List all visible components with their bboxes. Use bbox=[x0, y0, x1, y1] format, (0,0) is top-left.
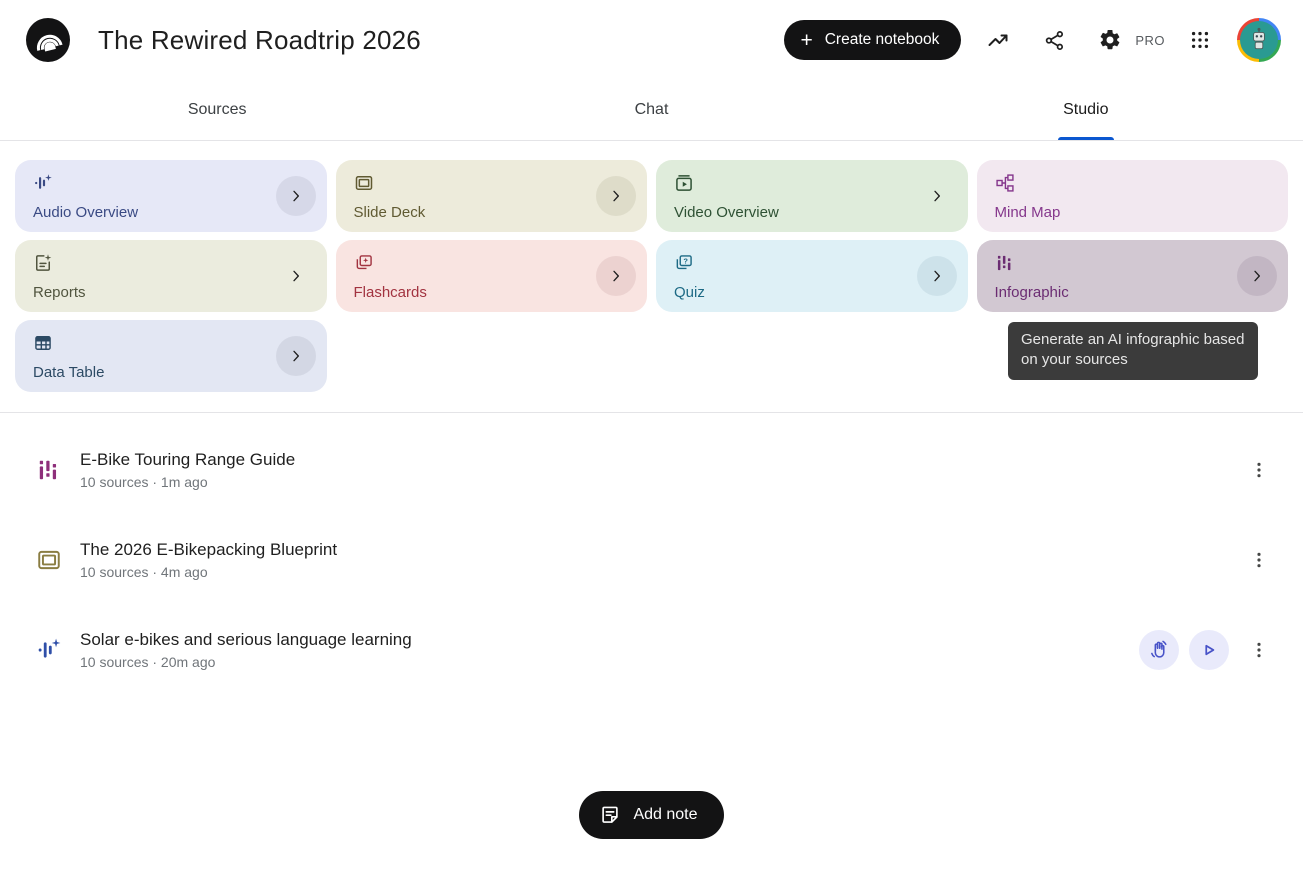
app-header: The Rewired Roadtrip 2026 + Create noteb… bbox=[0, 0, 1303, 80]
notebooklm-logo-icon[interactable] bbox=[26, 18, 70, 62]
tab-chat-label: Chat bbox=[635, 101, 669, 119]
active-tab-underline bbox=[1058, 137, 1114, 140]
note-title: Solar e-bikes and serious language learn… bbox=[80, 630, 1139, 650]
note-title: E-Bike Touring Range Guide bbox=[80, 450, 1239, 470]
chevron-right-button[interactable] bbox=[276, 256, 316, 296]
data-table-icon bbox=[33, 333, 53, 353]
create-notebook-button[interactable]: + Create notebook bbox=[784, 20, 961, 60]
note-text: Solar e-bikes and serious language learn… bbox=[80, 630, 1139, 670]
list-item-audio-overview[interactable]: Solar e-bikes and serious language learn… bbox=[0, 605, 1303, 695]
infographic-bars-icon bbox=[995, 253, 1015, 273]
add-note-button[interactable]: Add note bbox=[579, 791, 723, 839]
note-text: The 2026 E-Bikepacking Blueprint 10 sour… bbox=[80, 540, 1239, 580]
more-options-icon[interactable] bbox=[1241, 630, 1277, 670]
studio-output-list: E-Bike Touring Range Guide 10 sources · … bbox=[0, 413, 1303, 695]
chevron-right-button[interactable] bbox=[917, 176, 957, 216]
card-slide-deck[interactable]: Slide Deck bbox=[336, 160, 648, 232]
note-icon bbox=[599, 804, 621, 826]
apps-grid-icon[interactable] bbox=[1177, 20, 1223, 60]
more-options-icon[interactable] bbox=[1241, 540, 1277, 580]
note-meta: 10 sources · 20m ago bbox=[80, 654, 1139, 670]
notebook-title[interactable]: The Rewired Roadtrip 2026 bbox=[98, 25, 784, 56]
card-label: Infographic bbox=[995, 284, 1273, 301]
video-overview-icon bbox=[674, 173, 694, 193]
notebooklm-app: The Rewired Roadtrip 2026 + Create noteb… bbox=[0, 0, 1303, 887]
note-meta: 10 sources · 1m ago bbox=[80, 474, 1239, 490]
flashcards-icon bbox=[354, 253, 374, 273]
chevron-right-button[interactable] bbox=[917, 256, 957, 296]
card-video-overview[interactable]: Video Overview bbox=[656, 160, 968, 232]
tab-sources-label: Sources bbox=[188, 101, 247, 119]
header-actions: + Create notebook PRO bbox=[784, 18, 1281, 62]
play-audio-button[interactable] bbox=[1189, 630, 1229, 670]
trending-up-icon[interactable] bbox=[975, 20, 1021, 60]
card-data-table[interactable]: Data Table bbox=[15, 320, 327, 392]
card-label: Audio Overview bbox=[33, 204, 311, 221]
card-label: Flashcards bbox=[354, 284, 632, 301]
audio-waveform-sparkle-icon bbox=[33, 173, 53, 193]
card-label: Slide Deck bbox=[354, 204, 632, 221]
infographic-bars-icon bbox=[36, 457, 62, 483]
chevron-right-button[interactable] bbox=[1237, 256, 1277, 296]
card-label: Video Overview bbox=[674, 204, 952, 221]
tab-sources[interactable]: Sources bbox=[0, 80, 434, 140]
plus-icon: + bbox=[800, 30, 812, 51]
add-note-container: Add note bbox=[0, 791, 1303, 839]
card-label: Data Table bbox=[33, 364, 311, 381]
card-flashcards[interactable]: Flashcards bbox=[336, 240, 648, 312]
panel-tabs: Sources Chat Studio bbox=[0, 80, 1303, 141]
card-label: Quiz bbox=[674, 284, 952, 301]
card-reports[interactable]: Reports bbox=[15, 240, 327, 312]
slide-deck-icon bbox=[36, 547, 62, 573]
chevron-right-button[interactable] bbox=[596, 256, 636, 296]
tab-chat[interactable]: Chat bbox=[434, 80, 868, 140]
tab-studio[interactable]: Studio bbox=[869, 80, 1303, 140]
report-sparkle-icon bbox=[33, 253, 53, 273]
note-actions bbox=[1239, 450, 1277, 490]
add-note-label: Add note bbox=[633, 806, 697, 824]
note-actions bbox=[1139, 630, 1277, 670]
audio-waveform-sparkle-icon bbox=[36, 637, 62, 663]
pro-badge: PRO bbox=[1135, 33, 1165, 48]
card-mind-map[interactable]: Mind Map bbox=[977, 160, 1289, 232]
note-text: E-Bike Touring Range Guide 10 sources · … bbox=[80, 450, 1239, 490]
note-meta: 10 sources · 4m ago bbox=[80, 564, 1239, 580]
note-title: The 2026 E-Bikepacking Blueprint bbox=[80, 540, 1239, 560]
note-actions bbox=[1239, 540, 1277, 580]
more-options-icon[interactable] bbox=[1241, 450, 1277, 490]
list-item-infographic[interactable]: E-Bike Touring Range Guide 10 sources · … bbox=[0, 425, 1303, 515]
chevron-right-button[interactable] bbox=[276, 336, 316, 376]
quiz-icon bbox=[674, 253, 694, 273]
chevron-right-button[interactable] bbox=[596, 176, 636, 216]
card-label: Mind Map bbox=[995, 204, 1273, 221]
settings-gear-icon[interactable] bbox=[1087, 20, 1133, 60]
card-label: Reports bbox=[33, 284, 311, 301]
list-item-slide-deck[interactable]: The 2026 E-Bikepacking Blueprint 10 sour… bbox=[0, 515, 1303, 605]
card-infographic[interactable]: Infographic bbox=[977, 240, 1289, 312]
card-quiz[interactable]: Quiz bbox=[656, 240, 968, 312]
tab-studio-label: Studio bbox=[1063, 101, 1108, 119]
infographic-tooltip: Generate an AI infographic based on your… bbox=[1008, 322, 1258, 380]
mind-map-icon bbox=[995, 173, 1015, 193]
interactive-mode-hand-icon[interactable] bbox=[1139, 630, 1179, 670]
share-icon[interactable] bbox=[1031, 20, 1077, 60]
user-avatar[interactable] bbox=[1237, 18, 1281, 62]
create-notebook-label: Create notebook bbox=[825, 31, 940, 49]
card-audio-overview[interactable]: Audio Overview bbox=[15, 160, 327, 232]
avatar-robot-image bbox=[1240, 21, 1278, 59]
chevron-right-button[interactable] bbox=[276, 176, 316, 216]
slide-deck-icon bbox=[354, 173, 374, 193]
